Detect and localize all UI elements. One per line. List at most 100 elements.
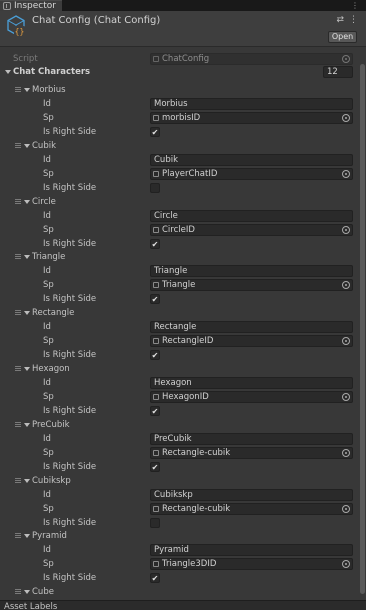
- drag-handle-icon[interactable]: [15, 422, 21, 427]
- drag-handle-icon[interactable]: [15, 366, 21, 371]
- asset-labels-bar[interactable]: Asset Labels: [0, 600, 366, 610]
- chat-characters-label: Chat Characters: [13, 67, 91, 77]
- is-right-side-label: Is Right Side: [43, 406, 97, 416]
- is-right-side-checkbox[interactable]: [150, 518, 160, 528]
- foldout-arrow-icon[interactable]: [5, 70, 11, 74]
- is-right-side-label: Is Right Side: [43, 573, 97, 583]
- object-picker-icon: [342, 55, 350, 63]
- sp-object-field[interactable]: HexagonID: [150, 391, 353, 403]
- foldout-arrow-icon[interactable]: [24, 367, 30, 371]
- is-right-side-checkbox[interactable]: ✔: [150, 239, 160, 249]
- drag-handle-icon[interactable]: [15, 199, 21, 204]
- drag-handle-icon[interactable]: [15, 310, 21, 315]
- sp-object-field[interactable]: Triangle3DID: [150, 558, 353, 570]
- open-button[interactable]: Open: [328, 31, 357, 43]
- element-id-row: Id Morbius: [0, 97, 366, 111]
- script-value: ChatConfig: [162, 54, 210, 64]
- header-controls: ⇄ ⋮: [336, 15, 358, 25]
- checkmark-icon: ✔: [151, 295, 159, 304]
- element-header[interactable]: Morbius: [0, 83, 366, 97]
- sp-object-field[interactable]: PlayerChatID: [150, 168, 353, 180]
- drag-handle-icon[interactable]: [15, 87, 21, 92]
- foldout-arrow-icon[interactable]: [24, 311, 30, 315]
- id-label: Id: [43, 378, 51, 388]
- sp-object-field[interactable]: morbisID: [150, 112, 353, 124]
- foldout-arrow-icon[interactable]: [24, 479, 30, 483]
- element-header[interactable]: Triangle: [0, 250, 366, 264]
- preset-icon[interactable]: ⇄: [336, 15, 344, 25]
- object-picker-icon[interactable]: [342, 114, 350, 122]
- chat-characters-header[interactable]: Chat Characters: [0, 65, 366, 79]
- foldout-arrow-icon[interactable]: [24, 423, 30, 427]
- svg-text:{}: {}: [15, 27, 25, 36]
- object-picker-icon[interactable]: [342, 170, 350, 178]
- tab-inspector-label: Inspector: [14, 1, 56, 11]
- id-label: Id: [43, 322, 51, 332]
- object-picker-icon[interactable]: [342, 505, 350, 513]
- id-field[interactable]: Circle: [150, 210, 353, 222]
- object-picker-icon[interactable]: [342, 281, 350, 289]
- id-field[interactable]: Triangle: [150, 265, 353, 277]
- sp-label: Sp: [43, 392, 54, 402]
- scrollbar-thumb[interactable]: [360, 64, 365, 594]
- element-header[interactable]: Pyramid: [0, 529, 366, 543]
- id-field[interactable]: Hexagon: [150, 377, 353, 389]
- element-header[interactable]: Hexagon: [0, 362, 366, 376]
- id-field[interactable]: Rectangle: [150, 321, 353, 333]
- id-field[interactable]: Cubikskp: [150, 489, 353, 501]
- element-header[interactable]: Cubikskp: [0, 474, 366, 488]
- id-field[interactable]: Cubik: [150, 154, 353, 166]
- object-picker-icon[interactable]: [342, 337, 350, 345]
- foldout-arrow-icon[interactable]: [24, 200, 30, 204]
- id-field[interactable]: PreCubik: [150, 433, 353, 445]
- element-header[interactable]: Rectangle: [0, 306, 366, 320]
- foldout-arrow-icon[interactable]: [24, 88, 30, 92]
- element-id-row: Id PreCubik: [0, 432, 366, 446]
- is-right-side-checkbox[interactable]: ✔: [150, 406, 160, 416]
- is-right-side-checkbox[interactable]: ✔: [150, 573, 160, 583]
- sp-label: Sp: [43, 169, 54, 179]
- drag-handle-icon[interactable]: [15, 478, 21, 483]
- checkmark-icon: ✔: [151, 574, 159, 583]
- object-picker-icon[interactable]: [342, 393, 350, 401]
- list-size-field[interactable]: 12: [323, 66, 353, 78]
- element-right-side-row: Is Right Side ✔: [0, 460, 366, 474]
- element-name: Circle: [32, 197, 56, 207]
- element-header[interactable]: Circle: [0, 195, 366, 209]
- sp-object-field[interactable]: Triangle: [150, 279, 353, 291]
- sp-object-field[interactable]: CircleID: [150, 224, 353, 236]
- tab-inspector[interactable]: Inspector: [0, 0, 62, 11]
- is-right-side-checkbox[interactable]: ✔: [150, 462, 160, 472]
- element-sp-row: Sp morbisID: [0, 111, 366, 125]
- context-menu-icon[interactable]: ⋮: [349, 15, 358, 25]
- checkmark-icon: ✔: [151, 407, 159, 416]
- foldout-arrow-icon[interactable]: [24, 590, 30, 594]
- sp-object-field[interactable]: Rectangle-cubik: [150, 503, 353, 515]
- object-picker-icon[interactable]: [342, 560, 350, 568]
- drag-handle-icon[interactable]: [15, 143, 21, 148]
- is-right-side-checkbox[interactable]: ✔: [150, 127, 160, 137]
- element-header[interactable]: PreCubik: [0, 418, 366, 432]
- drag-handle-icon[interactable]: [15, 254, 21, 259]
- sp-object-field[interactable]: RectangleID: [150, 335, 353, 347]
- element-right-side-row: Is Right Side ✔: [0, 292, 366, 306]
- foldout-arrow-icon[interactable]: [24, 534, 30, 538]
- element-header[interactable]: Cubik: [0, 139, 366, 153]
- is-right-side-checkbox[interactable]: ✔: [150, 294, 160, 304]
- sprite-icon: [153, 171, 159, 177]
- object-picker-icon[interactable]: [342, 226, 350, 234]
- drag-handle-icon[interactable]: [15, 589, 21, 594]
- checkmark-icon: ✔: [151, 128, 159, 137]
- element-header[interactable]: Cube: [0, 585, 366, 599]
- is-right-side-checkbox[interactable]: ✔: [150, 350, 160, 360]
- foldout-arrow-icon[interactable]: [24, 144, 30, 148]
- id-field[interactable]: Pyramid: [150, 544, 353, 556]
- sp-object-field[interactable]: Rectangle-cubik: [150, 447, 353, 459]
- id-field[interactable]: Morbius: [150, 98, 353, 110]
- tab-menu-icon[interactable]: ⋮: [351, 1, 360, 10]
- is-right-side-checkbox[interactable]: [150, 183, 160, 193]
- drag-handle-icon[interactable]: [15, 533, 21, 538]
- foldout-arrow-icon[interactable]: [24, 255, 30, 259]
- element-sp-row: Sp CircleID: [0, 223, 366, 237]
- object-picker-icon[interactable]: [342, 449, 350, 457]
